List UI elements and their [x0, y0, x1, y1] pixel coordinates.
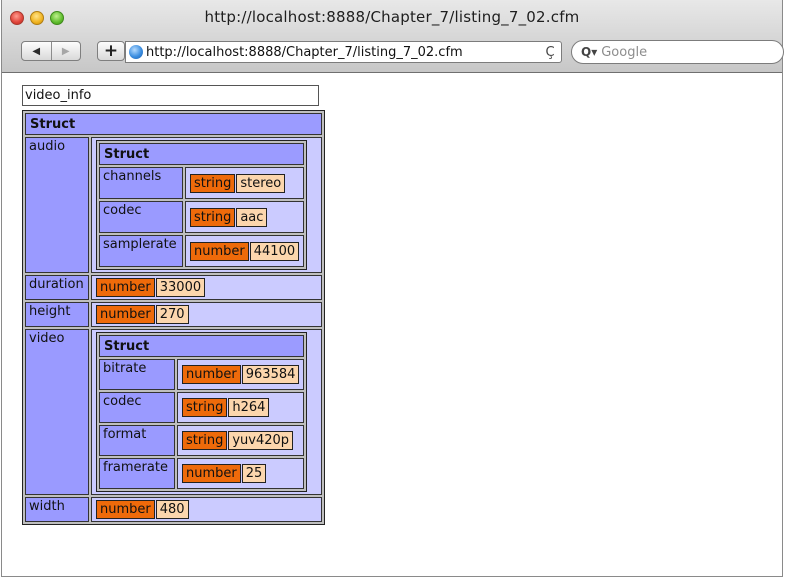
type-label: number — [96, 278, 155, 297]
struct-audio: Struct channels string stereo codec stri… — [96, 140, 308, 270]
type-value: 33000 — [155, 278, 206, 297]
struct-key-framerate: framerate — [99, 458, 175, 489]
type-label: number — [96, 500, 155, 519]
struct-key-format: format — [99, 425, 175, 456]
type-value: aac — [236, 207, 268, 227]
type-label: string — [190, 173, 236, 193]
struct-value-codec: string aac — [185, 201, 305, 233]
struct-value-audio: Struct channels string stereo codec stri… — [91, 137, 322, 273]
struct-value-bitrate: number 963584 — [177, 359, 305, 390]
dump-title: video_info — [22, 85, 319, 106]
globe-icon — [129, 45, 143, 59]
struct-key-duration: duration — [25, 275, 89, 300]
type-label: number — [190, 241, 249, 261]
address-bar-url[interactable]: http://localhost:8888/Chapter_7/listing_… — [146, 45, 539, 60]
struct-key-width: width — [25, 497, 89, 522]
struct-key-height: height — [25, 302, 89, 327]
type-value: 480 — [155, 500, 189, 519]
title-bar: http://localhost:8888/Chapter_7/listing_… — [2, 0, 784, 73]
type-label: number — [182, 365, 241, 384]
struct-header: Struct — [99, 335, 305, 357]
struct-value-framerate: number 25 — [177, 458, 305, 489]
plus-icon: + — [103, 41, 119, 61]
struct-key-codec: codec — [99, 392, 175, 423]
type-value: 963584 — [241, 365, 300, 384]
window-title: http://localhost:8888/Chapter_7/listing_… — [204, 8, 580, 26]
back-button[interactable]: ◀ — [22, 42, 51, 60]
type-value: 44100 — [249, 241, 300, 261]
address-bar[interactable]: http://localhost:8888/Chapter_7/listing_… — [125, 41, 562, 63]
struct-value-video: Struct bitrate number 963584 codec strin… — [91, 329, 322, 495]
search-field[interactable]: Q▾ Google — [571, 40, 784, 64]
struct-header: Struct — [25, 113, 322, 135]
type-value: 25 — [241, 464, 267, 483]
type-value: h264 — [228, 398, 270, 417]
back-arrow-icon: ◀ — [32, 45, 41, 57]
struct-value-channels: string stereo — [185, 167, 305, 199]
type-value: 270 — [155, 305, 189, 324]
struct-key-channels: channels — [99, 167, 183, 199]
forward-arrow-icon: ▶ — [61, 45, 70, 57]
struct-key-bitrate: bitrate — [99, 359, 175, 390]
navigation-buttons: ◀ ▶ — [21, 41, 81, 61]
search-placeholder: Google — [601, 44, 648, 60]
type-value: stereo — [236, 173, 286, 193]
forward-button[interactable]: ▶ — [50, 42, 81, 60]
cfdump-output: Struct audio Struct channels string ster… — [22, 110, 325, 525]
add-bookmark-button[interactable]: + — [97, 41, 125, 61]
struct-value-height: number 270 — [91, 302, 322, 327]
struct-key-samplerate: samplerate — [99, 235, 183, 267]
struct-key-audio: audio — [25, 137, 89, 273]
type-label: string — [182, 398, 228, 417]
struct-video: Struct bitrate number 963584 codec strin… — [96, 332, 308, 492]
search-icon[interactable]: Q▾ — [581, 45, 597, 59]
reload-icon[interactable]: Ç — [539, 45, 561, 60]
struct-key-codec: codec — [99, 201, 183, 233]
struct-key-video: video — [25, 329, 89, 495]
struct-value-width: number 480 — [91, 497, 322, 522]
browser-window: http://localhost:8888/Chapter_7/listing_… — [1, 0, 784, 577]
struct-value-duration: number 33000 — [91, 275, 322, 300]
struct-video-info: Struct audio Struct channels string ster… — [22, 110, 325, 525]
type-label: number — [96, 305, 155, 324]
struct-header: Struct — [99, 143, 305, 165]
type-label: string — [182, 431, 228, 450]
struct-value-format: string yuv420p — [177, 425, 305, 456]
struct-value-codec: string h264 — [177, 392, 305, 423]
struct-value-samplerate: number 44100 — [185, 235, 305, 267]
type-label: string — [190, 207, 236, 227]
type-value: yuv420p — [228, 431, 294, 450]
type-label: number — [182, 464, 241, 483]
